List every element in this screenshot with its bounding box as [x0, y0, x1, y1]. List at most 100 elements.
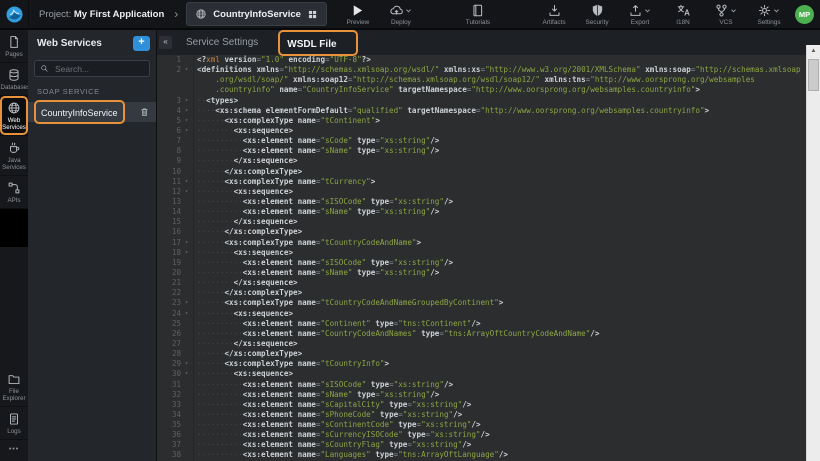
vcs-button[interactable]: VCS: [709, 3, 743, 26]
settings-button[interactable]: Settings: [752, 3, 786, 26]
fold-gutter: [181, 390, 192, 400]
fold-gutter: [181, 167, 192, 177]
fold-toggle-icon[interactable]: ▾: [181, 126, 192, 136]
fold-toggle-icon[interactable]: ▾: [181, 359, 192, 369]
highlight-box: CountryInfoService: [34, 100, 125, 124]
code-line: 7 ··········<xs:element name="sCode" typ…: [157, 136, 806, 146]
line-number: 14: [157, 207, 181, 217]
security-button[interactable]: Security: [580, 3, 614, 26]
app-logo[interactable]: [0, 0, 29, 28]
service-tab-countryinfoservice[interactable]: CountryInfoService: [186, 2, 327, 26]
code-line: 16 ······</xs:complexType>: [157, 227, 806, 237]
trash-icon: [139, 106, 150, 118]
fold-toggle-icon[interactable]: ▾: [181, 177, 192, 187]
line-number: 20: [157, 268, 181, 278]
fold-toggle-icon[interactable]: ▾: [181, 116, 192, 126]
fold-toggle-icon[interactable]: ▾: [181, 298, 192, 308]
search-icon: [40, 64, 49, 73]
cloud-upload-icon: [389, 3, 404, 18]
scrollbar-thumb[interactable]: [808, 59, 819, 91]
line-number: 24: [157, 309, 181, 319]
line-number: 8: [157, 146, 181, 156]
fold-toggle-icon[interactable]: ▾: [181, 238, 192, 248]
api-icon: [7, 181, 21, 195]
artifacts-button[interactable]: Artifacts: [537, 3, 571, 26]
line-number: 25: [157, 319, 181, 329]
editor-scrollbar[interactable]: ▲: [806, 45, 820, 461]
chevron-down-icon: [643, 6, 652, 15]
collapse-panel-button[interactable]: «: [159, 36, 172, 49]
line-number: [157, 85, 181, 95]
add-service-button[interactable]: +: [133, 36, 150, 51]
fold-toggle-icon[interactable]: ▾: [181, 248, 192, 258]
tab-service-settings[interactable]: Service Settings: [186, 37, 258, 48]
code-line: 1 <?xml version="1.0" encoding="UTF-8"?>: [157, 55, 806, 65]
globe-icon: [195, 8, 207, 20]
code-line: 13 ··········<xs:element name="sISOCode"…: [157, 197, 806, 207]
sidebar-item-logs[interactable]: Logs: [0, 407, 28, 440]
fold-gutter: [181, 156, 192, 166]
rail-overflow-button[interactable]: •••: [0, 440, 28, 461]
tabs-container: Service Settings WSDL File: [186, 30, 358, 56]
fold-gutter: [181, 450, 192, 460]
sidebar-item-web-services[interactable]: Web Services: [0, 96, 28, 136]
download-icon: [547, 3, 562, 18]
sidebar-item-apis[interactable]: APIs: [0, 176, 28, 209]
code-line: 4 ▾ ····<xs:schema elementFormDefault="q…: [157, 106, 806, 116]
fold-toggle-icon[interactable]: ▾: [181, 309, 192, 319]
code-line: 35 ··········<xs:element name="sContinen…: [157, 420, 806, 430]
export-button[interactable]: Export: [623, 3, 657, 26]
i18n-button[interactable]: A I18N: [666, 3, 700, 26]
tab-wsdl-file[interactable]: WSDL File: [287, 39, 336, 50]
grid-icon[interactable]: [307, 9, 318, 20]
service-search[interactable]: [34, 60, 150, 77]
code-line: 2 ▾ <definitions xmlns="http://schemas.x…: [157, 65, 806, 75]
tutorials-button[interactable]: Tutorials: [461, 3, 495, 26]
fold-toggle-icon[interactable]: ▾: [181, 369, 192, 379]
topbar: Project: My First Application › CountryI…: [0, 0, 820, 30]
trash-icon[interactable]: [139, 106, 150, 118]
fold-gutter: [181, 430, 192, 440]
fold-toggle-icon[interactable]: ▾: [181, 96, 192, 106]
line-number: 16: [157, 227, 181, 237]
branch-icon: [714, 3, 729, 18]
fold-gutter: [181, 258, 192, 268]
fold-toggle-icon[interactable]: ▾: [181, 106, 192, 116]
code-line: 32 ··········<xs:element name="sName" ty…: [157, 390, 806, 400]
line-number: 18: [157, 248, 181, 258]
wsdl-code-editor[interactable]: 1 <?xml version="1.0" encoding="UTF-8"?>…: [157, 55, 806, 461]
line-number: 33: [157, 400, 181, 410]
line-number: 29: [157, 359, 181, 369]
code-line: 27 ········</xs:sequence>: [157, 339, 806, 349]
rail-divider-block: [0, 209, 28, 247]
code-line: 38 ··········<xs:element name="Languages…: [157, 450, 806, 460]
fold-gutter: [181, 146, 192, 156]
fold-toggle-icon[interactable]: ▾: [181, 65, 192, 75]
line-number: 23: [157, 298, 181, 308]
fold-toggle-icon[interactable]: ▾: [181, 187, 192, 197]
search-input[interactable]: [53, 63, 147, 75]
code-line: 19 ··········<xs:element name="sISOCode"…: [157, 258, 806, 268]
code-line: 29 ▾ ······<xs:complexType name="tCountr…: [157, 359, 806, 369]
line-number: 19: [157, 258, 181, 268]
deploy-button[interactable]: Deploy: [384, 3, 418, 26]
line-number: 13: [157, 197, 181, 207]
line-number: 1: [157, 55, 181, 65]
code-line: .countryinfo" name="CountryInfoService" …: [157, 85, 806, 95]
sidebar-item-pages[interactable]: Pages: [0, 30, 28, 63]
line-number: 30: [157, 369, 181, 379]
code-line: 20 ··········<xs:element name="sName" ty…: [157, 268, 806, 278]
code-line: 14 ··········<xs:element name="sName" ty…: [157, 207, 806, 217]
sidebar-item-java-services[interactable]: Java Services: [0, 136, 28, 176]
line-number: 31: [157, 380, 181, 390]
topbar-actions-right: Artifacts Security Export A I18N VCS Set…: [537, 3, 820, 26]
project-breadcrumb: Project: My First Application: [39, 9, 164, 20]
user-avatar[interactable]: MP: [795, 5, 814, 24]
preview-button[interactable]: Preview: [341, 3, 375, 26]
code-line: 36 ··········<xs:element name="sCurrency…: [157, 430, 806, 440]
service-item-countryinfoservice[interactable]: CountryInfoService: [28, 102, 156, 122]
sidebar-item-file-explorer[interactable]: File Explorer: [0, 367, 28, 407]
soap-service-section-label: SOAP SERVICE: [28, 77, 156, 102]
scroll-up-button[interactable]: ▲: [807, 45, 820, 57]
sidebar-item-databases[interactable]: Databases: [0, 63, 28, 96]
